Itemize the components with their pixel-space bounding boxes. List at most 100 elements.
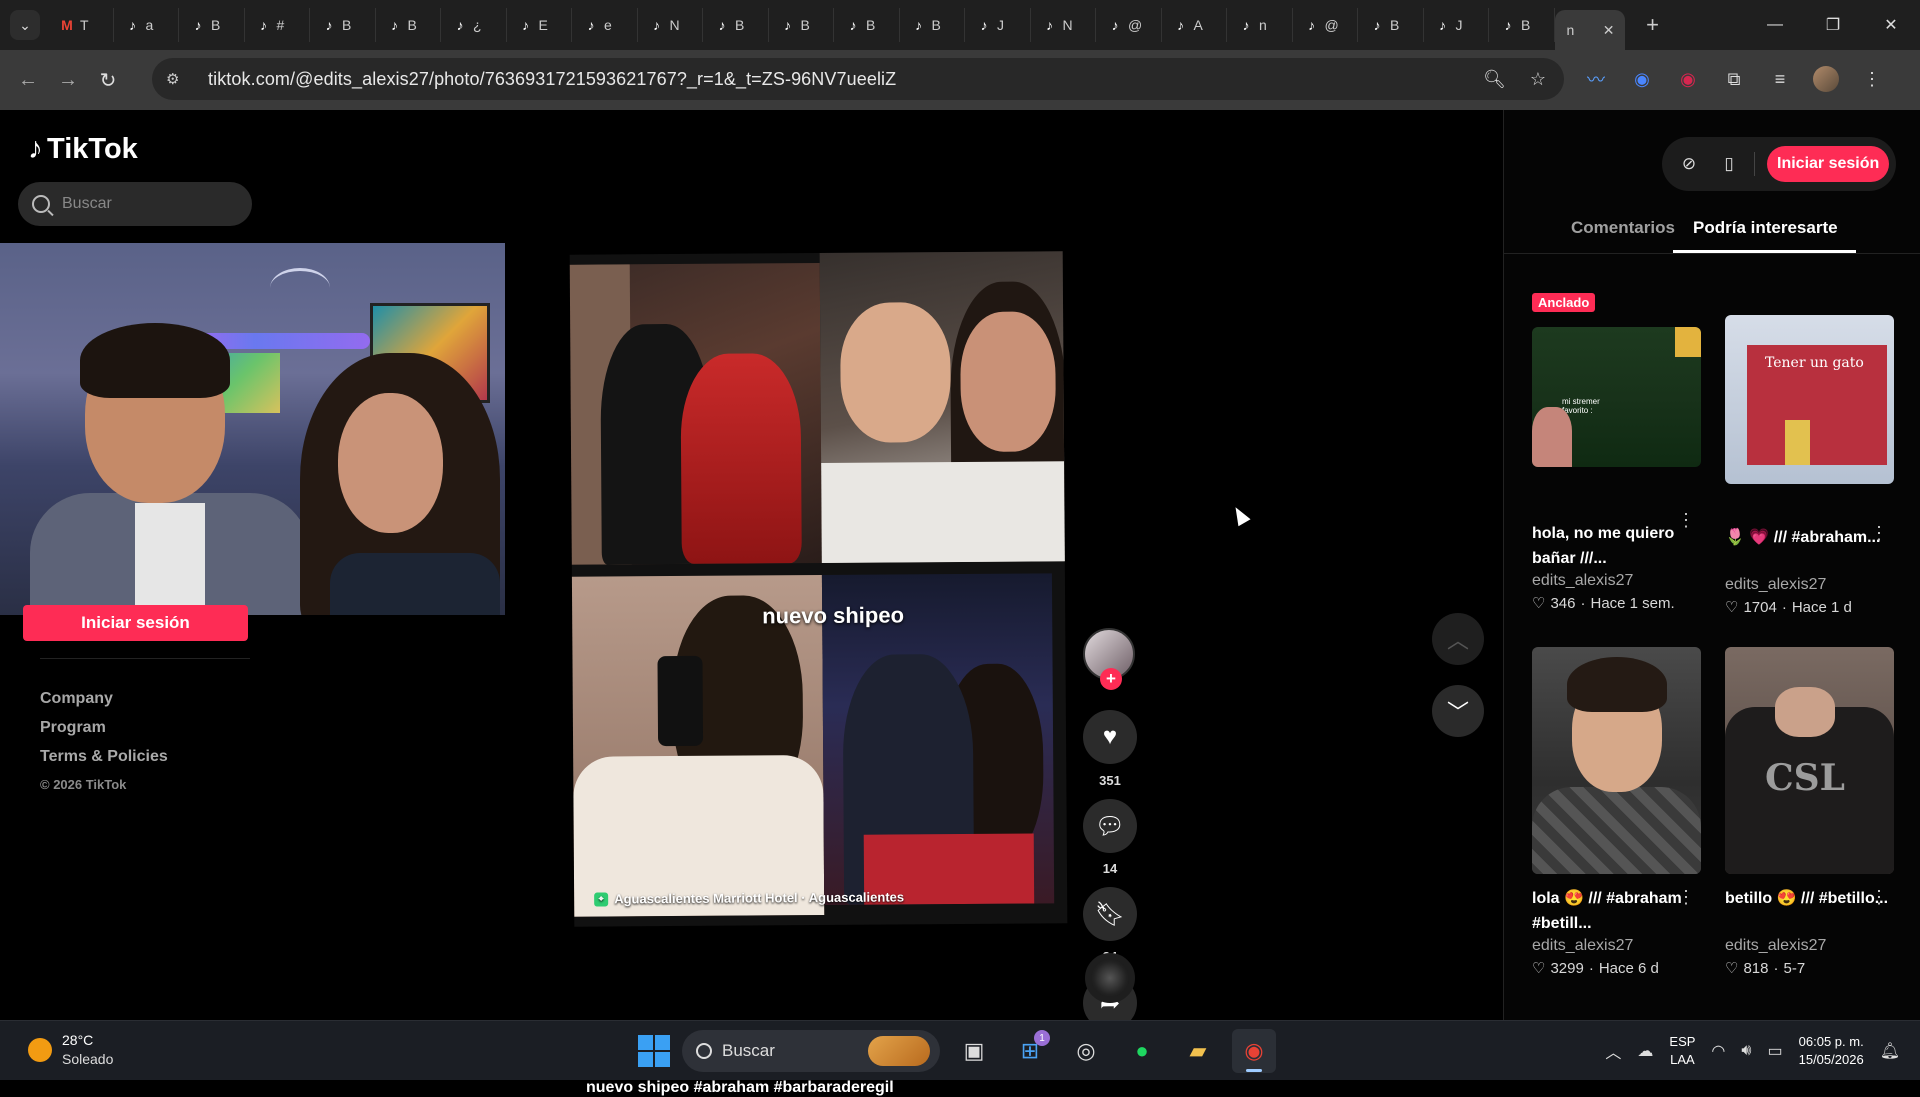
menu-kebab-icon[interactable]: ⋮ [1856, 61, 1888, 97]
browser-tab[interactable]: ♪ B [179, 8, 245, 42]
browser-tab[interactable]: ♪ ¿ [441, 8, 507, 42]
browser-tab[interactable]: ♪ a [114, 8, 179, 42]
tiktok-logo[interactable]: ♪ TikTok [28, 132, 138, 166]
store-icon[interactable]: ⊞ 1 [1008, 1029, 1052, 1073]
music-disc-icon[interactable] [1085, 953, 1135, 1003]
recommendation-card[interactable]: Tener un gato ⋮ 🌷 💗 /// #abraham... edit… [1725, 315, 1894, 616]
spotify-icon[interactable]: ● [1120, 1029, 1164, 1073]
onedrive-icon[interactable]: ☁ [1637, 1041, 1653, 1061]
save-button[interactable]: 🔖︎ [1083, 887, 1137, 941]
post-photo-collage[interactable]: nuevo shipeo ⌖ Aguascalientes Marriott H… [569, 251, 1068, 927]
chevron-up-icon[interactable]: ︿ [1605, 1039, 1621, 1063]
browser-tab[interactable]: ♪ E [507, 8, 572, 42]
more-options-icon[interactable]: ⋮ [1870, 523, 1888, 544]
browser-tab[interactable]: ♪ e [572, 8, 638, 42]
coin-icon[interactable]: ⊘ [1674, 149, 1704, 179]
browser-tab[interactable]: ♪ B [703, 8, 769, 42]
close-window-icon[interactable]: ✕ [1862, 0, 1920, 50]
card-thumbnail[interactable] [1532, 647, 1701, 874]
url-text[interactable]: tiktok.com/@edits_alexis27/photo/7636931… [208, 69, 896, 90]
back-button[interactable]: ← [8, 60, 48, 100]
footer-program-link[interactable]: Program [40, 719, 168, 737]
header-login-button[interactable]: Iniciar sesión [1767, 146, 1890, 182]
clock[interactable]: 06:05 p. m. 15/05/2026 [1799, 1033, 1864, 1069]
browser-tab[interactable]: ♪ B [310, 8, 376, 42]
media-control-icon[interactable]: ≡ [1764, 61, 1796, 97]
more-options-icon[interactable]: ⋮ [1870, 887, 1888, 908]
steam-icon[interactable]: ◎ [1064, 1029, 1108, 1073]
browser-tab[interactable]: ♪ @ [1096, 8, 1162, 42]
browser-tab[interactable]: ♪ A [1162, 8, 1227, 42]
weather-widget[interactable]: 28°C Soleado [28, 1031, 113, 1069]
card-thumbnail[interactable]: CSL [1725, 647, 1894, 874]
restore-icon[interactable]: ❐ [1804, 0, 1862, 50]
volume-icon[interactable]: 🔊︎ [1741, 1042, 1751, 1060]
creator-avatar[interactable]: + [1083, 628, 1135, 690]
active-tab[interactable]: n ✕ [1554, 10, 1625, 50]
site-settings-icon[interactable]: ⚙ [166, 70, 190, 88]
chrome-icon[interactable]: ◉ [1232, 1029, 1276, 1073]
taskbar-search[interactable]: Buscar [682, 1030, 940, 1072]
profile-avatar[interactable] [1810, 61, 1842, 97]
tab-comments[interactable]: Comentarios [1571, 205, 1675, 251]
recommendation-card[interactable]: CSL ⋮ betillo 😍 /// #betillo... edits_al… [1725, 647, 1894, 977]
browser-tab[interactable]: ♪ B [376, 8, 441, 42]
card-username[interactable]: edits_alexis27 [1725, 576, 1894, 594]
file-explorer-icon[interactable]: ▰ [1176, 1029, 1220, 1073]
browser-tab[interactable]: ♪ n [1227, 8, 1293, 42]
language-indicator[interactable]: ESP LAA [1669, 1033, 1695, 1069]
notification-bell-icon[interactable]: 🔔︎ [1880, 1041, 1900, 1061]
browser-tab[interactable]: ♪ @ [1293, 8, 1358, 42]
extensions-puzzle-icon[interactable]: ⧉ [1718, 61, 1750, 97]
follow-plus-button[interactable]: + [1100, 668, 1122, 690]
extension-blue-icon[interactable]: ◉ [1626, 61, 1658, 97]
tab-recommendations[interactable]: Podría interesarte [1673, 205, 1856, 253]
phone-icon[interactable]: ▯ [1714, 149, 1744, 179]
forward-button[interactable]: → [48, 60, 88, 100]
like-button[interactable]: ♥ [1083, 710, 1137, 764]
comment-button[interactable]: 💬︎ [1083, 799, 1137, 853]
sidebar-login-button[interactable]: Iniciar sesión [23, 605, 248, 641]
browser-tab[interactable]: ♪ B [900, 8, 965, 42]
card-username[interactable]: edits_alexis27 [1725, 937, 1894, 955]
browser-tab[interactable]: ♪ N [1031, 8, 1096, 42]
browser-tab[interactable]: ♪ # [245, 8, 310, 42]
more-options-icon[interactable]: ⋮ [1677, 887, 1695, 908]
windows-start-icon[interactable] [638, 1035, 670, 1067]
browser-tab[interactable]: ♪ N [638, 8, 703, 42]
extension-red-icon[interactable]: ◉ [1672, 61, 1704, 97]
wifi-icon[interactable]: ◠ [1711, 1041, 1725, 1061]
footer-company-link[interactable]: Company [40, 690, 168, 708]
browser-tab-label: B [1521, 17, 1531, 33]
battery-icon[interactable]: ▭ [1767, 1041, 1782, 1061]
extension-wave-icon[interactable]: 〰 [1580, 61, 1612, 97]
tab-search-button[interactable]: ⌄ [10, 10, 40, 40]
close-tab-icon[interactable]: ✕ [1603, 22, 1615, 39]
card-username[interactable]: edits_alexis27 [1532, 572, 1701, 590]
browser-tab[interactable]: ♪ B [769, 8, 834, 42]
bookmark-star-icon[interactable]: ☆ [1530, 69, 1546, 90]
minimize-icon[interactable]: — [1746, 0, 1804, 50]
search-input[interactable]: Buscar [18, 182, 252, 226]
new-tab-button[interactable]: + [1637, 9, 1669, 41]
zoom-icon[interactable]: 🔍︎ [1483, 69, 1506, 90]
browser-tab[interactable]: ♪ B [834, 8, 900, 42]
recommendation-card[interactable]: Anclado mi stremer favorito : ⋮ hola, no… [1532, 293, 1701, 612]
footer-terms-link[interactable]: Terms & Policies [40, 748, 168, 766]
browser-tab[interactable]: MT [48, 8, 114, 42]
reload-button[interactable]: ↻ [88, 60, 128, 100]
next-post-button[interactable]: ﹀ [1432, 685, 1484, 737]
card-thumbnail[interactable]: Tener un gato [1725, 315, 1894, 484]
more-options-icon[interactable]: ⋮ [1677, 510, 1695, 531]
location-chip[interactable]: ⌖ Aguascalientes Marriott Hotel · Aguasc… [594, 889, 904, 906]
browser-tab[interactable]: ♪ J [1424, 8, 1489, 42]
browser-tab[interactable]: ♪ B [1489, 8, 1555, 42]
card-username[interactable]: edits_alexis27 [1532, 937, 1701, 955]
task-view-icon[interactable]: ▣ [952, 1029, 996, 1073]
previous-post-button[interactable]: ︿ [1432, 613, 1484, 665]
browser-tab[interactable]: ♪ J [965, 8, 1031, 42]
recommendation-card[interactable]: ⋮ lola 😍 /// #abraham #betill... edits_a… [1532, 647, 1701, 977]
browser-tab[interactable]: ♪ B [1358, 8, 1424, 42]
card-thumbnail[interactable]: mi stremer favorito : [1532, 327, 1701, 467]
address-bar[interactable]: ⚙ tiktok.com/@edits_alexis27/photo/76369… [152, 58, 1564, 100]
